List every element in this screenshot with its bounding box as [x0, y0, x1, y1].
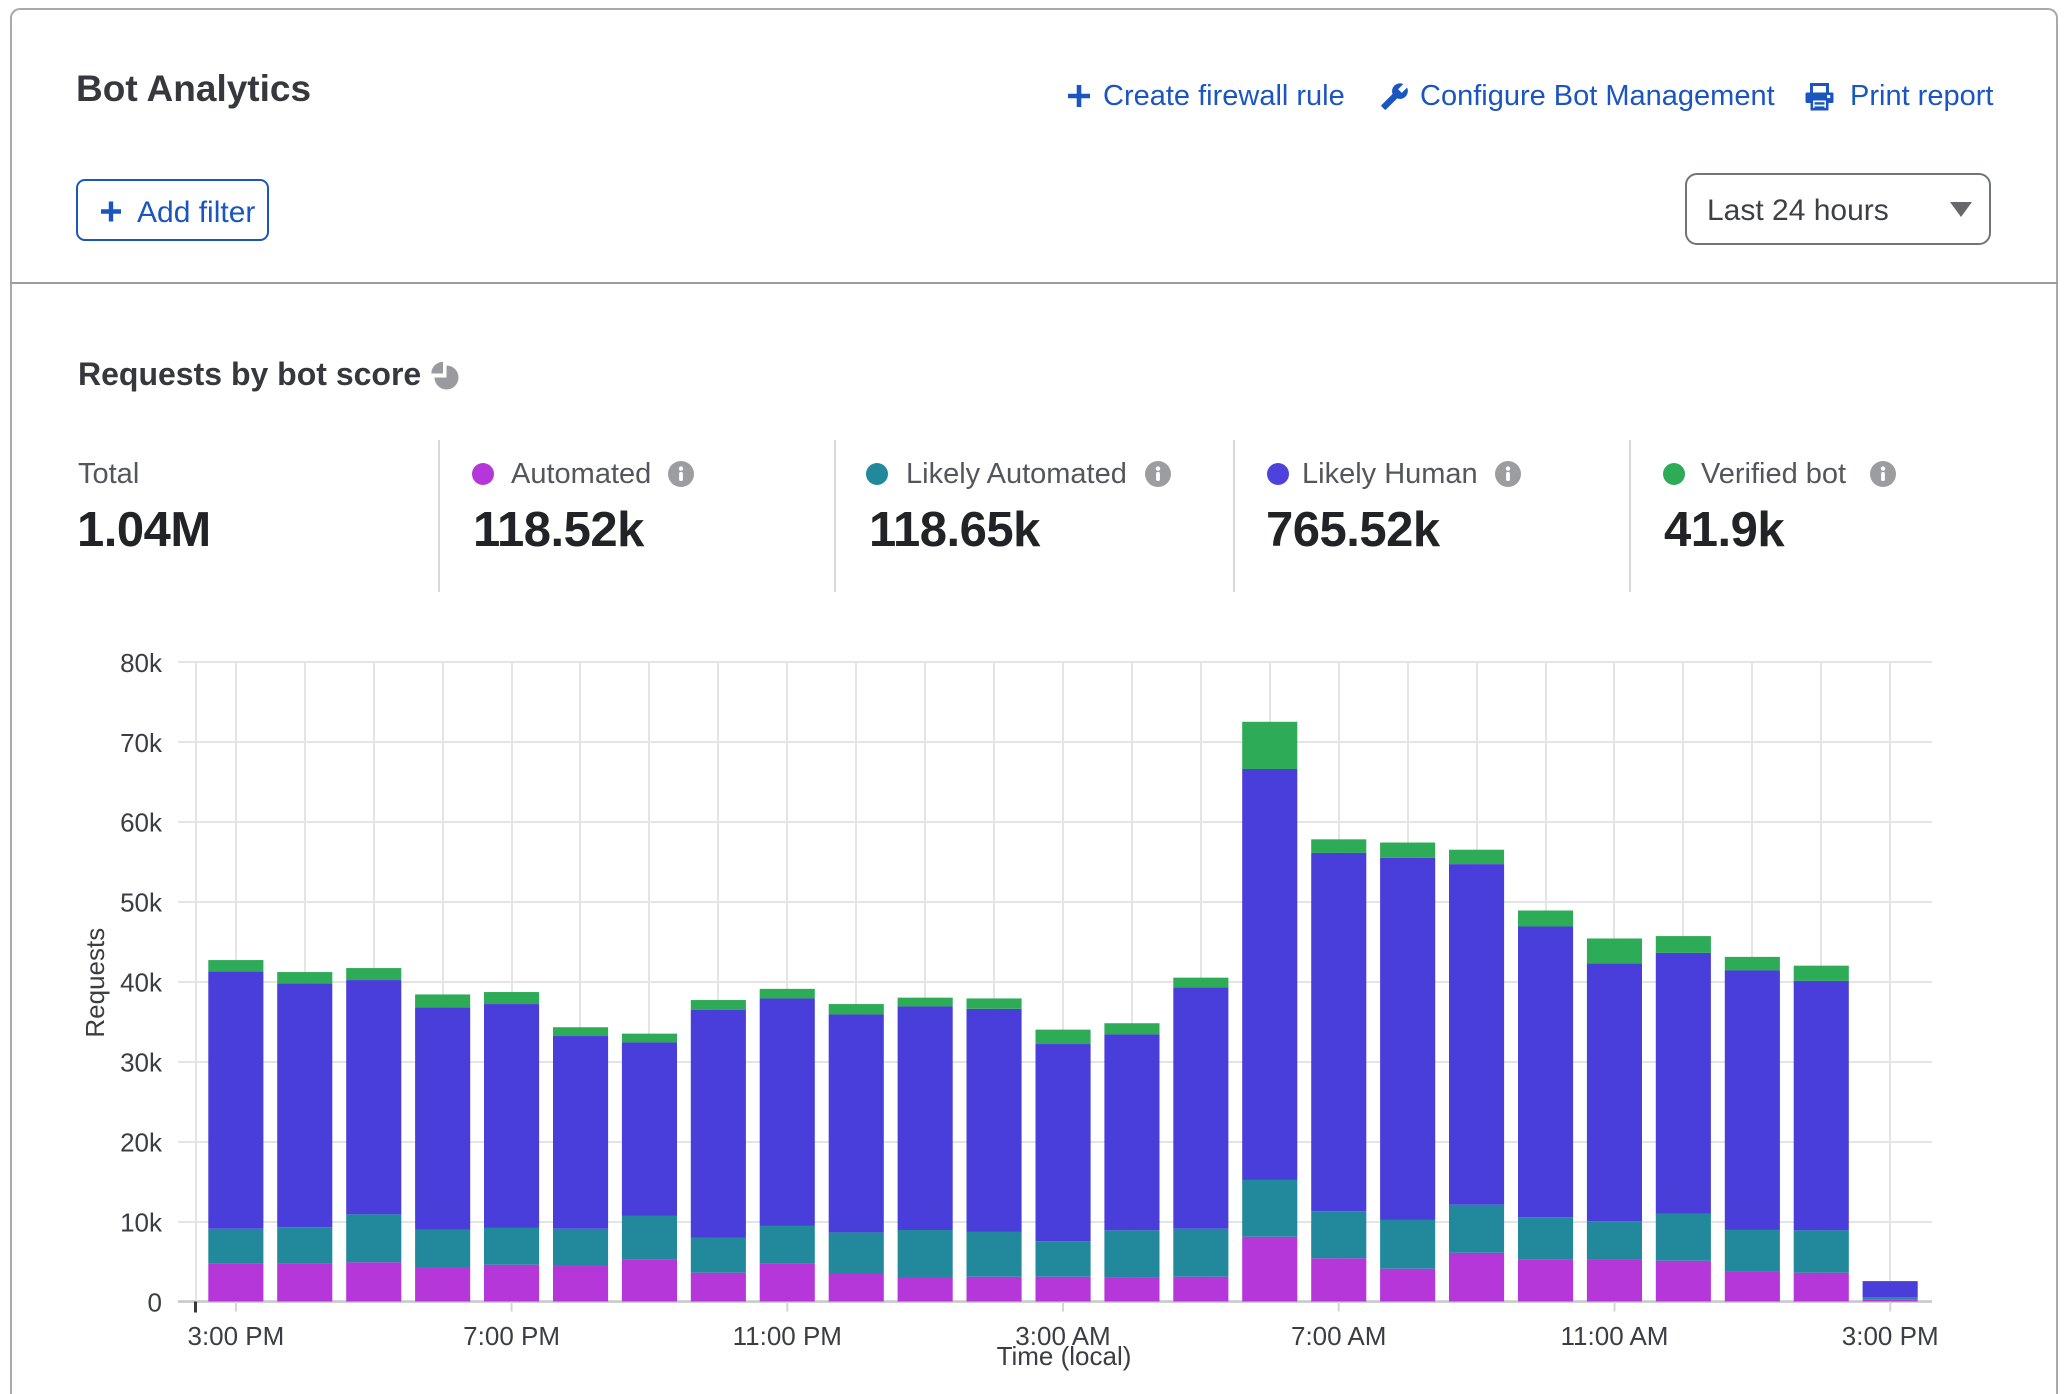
svg-text:60k: 60k [120, 808, 163, 838]
svg-text:30k: 30k [120, 1048, 163, 1078]
svg-text:7:00 PM: 7:00 PM [463, 1321, 560, 1351]
svg-text:70k: 70k [120, 728, 163, 758]
svg-text:Requests: Requests [80, 928, 110, 1038]
svg-text:20k: 20k [120, 1128, 163, 1158]
svg-text:0: 0 [148, 1288, 162, 1318]
svg-text:Time (local): Time (local) [997, 1341, 1132, 1371]
svg-text:7:00 AM: 7:00 AM [1291, 1321, 1386, 1351]
svg-text:3:00 PM: 3:00 PM [187, 1321, 284, 1351]
svg-text:40k: 40k [120, 968, 163, 998]
svg-text:50k: 50k [120, 888, 163, 918]
svg-text:11:00 PM: 11:00 PM [733, 1321, 842, 1351]
svg-text:11:00 AM: 11:00 AM [1561, 1321, 1669, 1351]
svg-text:10k: 10k [120, 1208, 163, 1238]
svg-text:80k: 80k [120, 648, 163, 678]
svg-text:3:00 PM: 3:00 PM [1842, 1321, 1939, 1351]
